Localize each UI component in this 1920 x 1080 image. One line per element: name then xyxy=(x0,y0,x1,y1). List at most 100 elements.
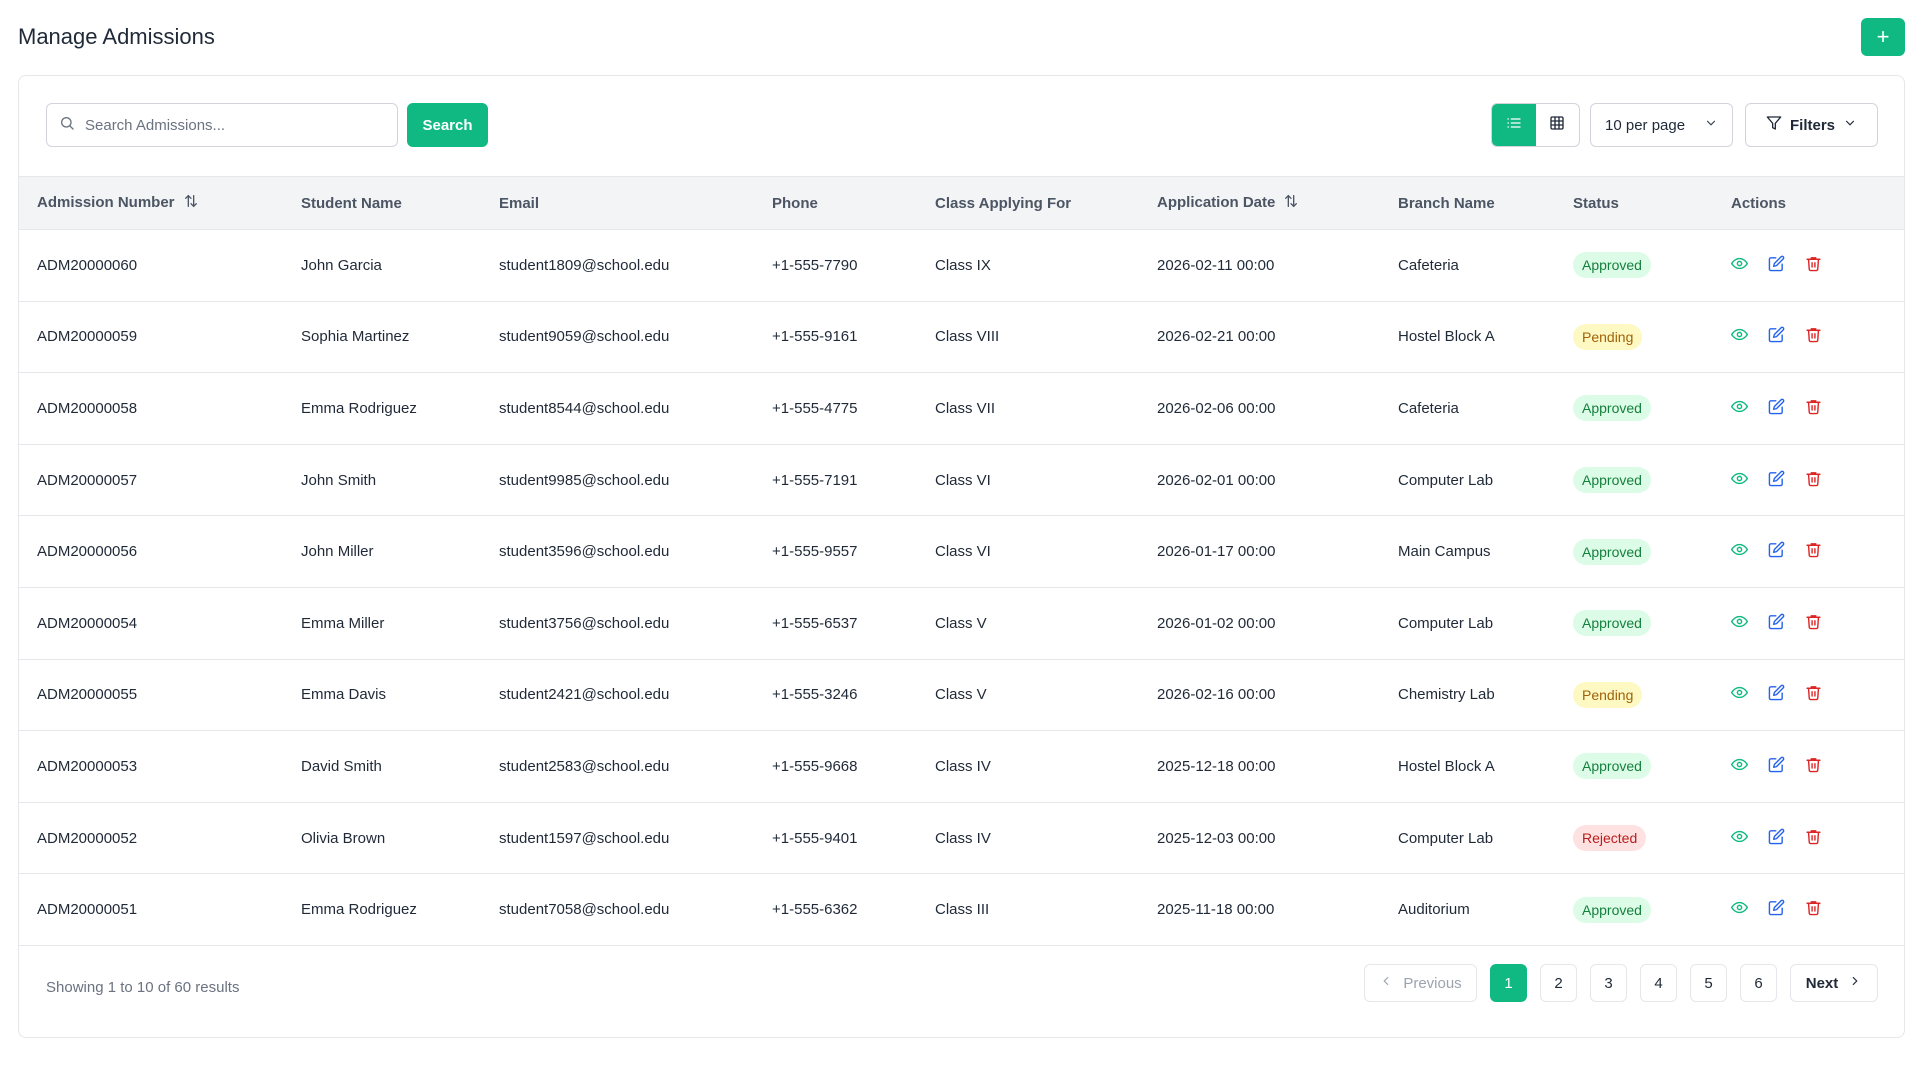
delete-button[interactable] xyxy=(1805,684,1822,705)
class-applying-for-cell: Class V xyxy=(935,686,987,704)
phone-cell: +1-555-4775 xyxy=(772,399,858,417)
admission-number-cell: ADM20000060 xyxy=(37,256,138,274)
view-button[interactable] xyxy=(1730,255,1749,276)
edit-button[interactable] xyxy=(1768,828,1785,849)
phone-cell: +1-555-6362 xyxy=(772,901,858,919)
branch-name-cell: Computer Lab xyxy=(1398,471,1494,489)
delete-button[interactable] xyxy=(1805,470,1822,491)
search-box[interactable] xyxy=(46,103,398,147)
view-button[interactable] xyxy=(1730,899,1749,920)
sort-icon[interactable] xyxy=(1283,193,1299,213)
delete-button[interactable] xyxy=(1805,255,1822,276)
page-button[interactable]: 6 xyxy=(1740,964,1777,1002)
pagination: Previous 1 2 3 4 5 6 Next xyxy=(1364,964,1878,1002)
view-button[interactable] xyxy=(1730,684,1749,705)
table-row: ADM20000057 John Smith student9985@school.… xyxy=(19,444,1904,516)
class-applying-for-cell: Class VIII xyxy=(935,328,1000,346)
class-applying-for-cell: Class III xyxy=(935,901,990,919)
eye-icon xyxy=(1730,470,1749,491)
previous-page-button[interactable]: Previous xyxy=(1364,964,1477,1002)
view-button[interactable] xyxy=(1730,326,1749,347)
status-badge: Rejected xyxy=(1573,825,1647,852)
admission-number-cell: ADM20000059 xyxy=(37,328,138,346)
delete-button[interactable] xyxy=(1805,828,1822,849)
email-cell: student3596@school.edu xyxy=(499,543,670,561)
view-toggle xyxy=(1491,103,1580,147)
trash-icon xyxy=(1805,541,1822,562)
phone-cell: +1-555-9557 xyxy=(772,543,858,561)
delete-button[interactable] xyxy=(1805,899,1822,920)
eye-icon xyxy=(1730,255,1749,276)
chevron-right-icon xyxy=(1848,974,1862,992)
edit-button[interactable] xyxy=(1768,684,1785,705)
student-name-cell: John Garcia xyxy=(301,256,382,274)
student-name-cell: David Smith xyxy=(301,757,382,775)
delete-button[interactable] xyxy=(1805,541,1822,562)
table-row: ADM20000060 John Garcia student1809@school… xyxy=(19,230,1904,302)
search-input[interactable] xyxy=(85,116,375,134)
list-view-button[interactable] xyxy=(1492,104,1536,146)
view-button[interactable] xyxy=(1730,541,1749,562)
page-button[interactable]: 5 xyxy=(1690,964,1727,1002)
branch-name-cell: Chemistry Lab xyxy=(1398,686,1495,704)
edit-button[interactable] xyxy=(1768,541,1785,562)
column-header[interactable]: Application Date xyxy=(1139,177,1380,230)
delete-button[interactable] xyxy=(1805,326,1822,347)
table-row: ADM20000051 Emma Rodriguez student7058@sch… xyxy=(19,874,1904,946)
edit-icon xyxy=(1768,756,1785,777)
edit-button[interactable] xyxy=(1768,470,1785,491)
view-button[interactable] xyxy=(1730,613,1749,634)
per-page-select[interactable]: 10 per page xyxy=(1590,103,1733,147)
edit-icon xyxy=(1768,684,1785,705)
view-button[interactable] xyxy=(1730,828,1749,849)
page-button[interactable]: 2 xyxy=(1540,964,1577,1002)
status-badge: Pending xyxy=(1573,681,1643,708)
email-cell: student9059@school.edu xyxy=(499,328,670,346)
student-name-cell: Emma Miller xyxy=(301,614,385,632)
application-date-cell: 2026-02-06 00:00 xyxy=(1157,399,1276,417)
add-admission-button[interactable]: + xyxy=(1861,18,1905,56)
view-button[interactable] xyxy=(1730,756,1749,777)
student-name-cell: Olivia Brown xyxy=(301,829,386,847)
delete-button[interactable] xyxy=(1805,756,1822,777)
edit-icon xyxy=(1768,899,1785,920)
email-cell: student7058@school.edu xyxy=(499,901,670,919)
view-button[interactable] xyxy=(1730,398,1749,419)
admission-number-cell: ADM20000058 xyxy=(37,399,138,417)
search-button[interactable]: Search xyxy=(407,103,488,147)
eye-icon xyxy=(1730,326,1749,347)
sort-icon[interactable] xyxy=(183,193,199,213)
view-button[interactable] xyxy=(1730,470,1749,491)
edit-button[interactable] xyxy=(1768,756,1785,777)
grid-view-button[interactable] xyxy=(1536,104,1580,146)
edit-button[interactable] xyxy=(1768,326,1785,347)
class-applying-for-cell: Class VII xyxy=(935,399,996,417)
edit-button[interactable] xyxy=(1768,899,1785,920)
actions-cell xyxy=(1713,373,1904,445)
edit-button[interactable] xyxy=(1768,613,1785,634)
admission-number-cell: ADM20000056 xyxy=(37,543,138,561)
page-button[interactable]: 1 xyxy=(1490,964,1527,1002)
trash-icon xyxy=(1805,613,1822,634)
edit-button[interactable] xyxy=(1768,398,1785,419)
phone-cell: +1-555-7191 xyxy=(772,471,858,489)
email-cell: student1597@school.edu xyxy=(499,829,670,847)
application-date-cell: 2026-02-16 00:00 xyxy=(1157,686,1276,704)
status-cell: Approved xyxy=(1555,731,1713,803)
next-page-button[interactable]: Next xyxy=(1790,964,1878,1002)
delete-button[interactable] xyxy=(1805,613,1822,634)
edit-button[interactable] xyxy=(1768,255,1785,276)
page-title: Manage Admissions xyxy=(18,24,215,49)
page-button[interactable]: 4 xyxy=(1640,964,1677,1002)
application-date-cell: 2025-11-18 00:00 xyxy=(1157,901,1275,919)
filters-button[interactable]: Filters xyxy=(1745,103,1878,147)
actions-cell xyxy=(1713,874,1904,946)
page-button[interactable]: 3 xyxy=(1590,964,1627,1002)
application-date-cell: 2025-12-18 00:00 xyxy=(1157,757,1276,775)
table-row: ADM20000056 John Miller student3596@school… xyxy=(19,516,1904,588)
delete-button[interactable] xyxy=(1805,398,1822,419)
grid-icon xyxy=(1549,115,1565,136)
column-header: Class Applying For xyxy=(935,194,1072,212)
column-header[interactable]: Admission Number xyxy=(19,177,283,230)
application-date-cell: 2026-02-11 00:00 xyxy=(1157,256,1275,274)
